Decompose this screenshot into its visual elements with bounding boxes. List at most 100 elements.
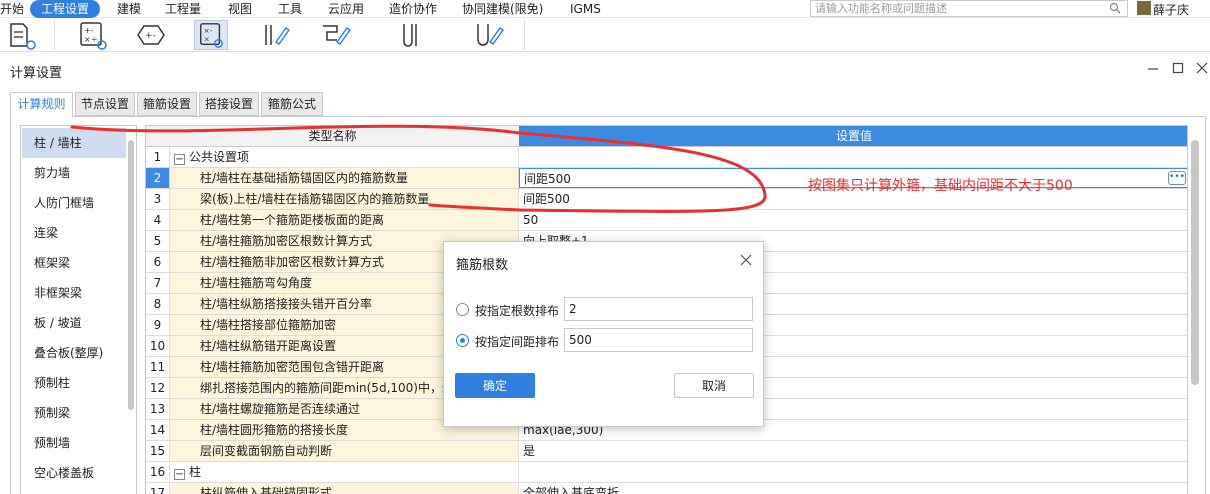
setting-name-text: 柱/墙柱搭接部位箍筋加密 <box>200 318 337 332</box>
comparison-icon[interactable]: +- <box>134 20 168 50</box>
window-title: 计算设置 <box>10 66 63 81</box>
column-header-value: 设置值 <box>519 126 1187 146</box>
setting-value-text: 50 <box>523 213 539 227</box>
row-number: 7 <box>146 273 170 293</box>
row-number: 8 <box>146 294 170 314</box>
dialog-title: 箍筋根数 <box>456 258 509 273</box>
svg-text:×: × <box>204 35 210 44</box>
setting-value[interactable]: 全部伸入基底弯折 <box>519 483 1187 494</box>
column-header-name: 类型名称 <box>308 129 357 143</box>
menu-modeling[interactable]: 建模 <box>117 1 141 17</box>
category-item[interactable]: 预制墙 <box>22 428 126 458</box>
rebar-detail-icon[interactable] <box>319 20 353 50</box>
table-row[interactable]: 16− 柱 <box>146 462 1187 483</box>
calc-rules-icon[interactable]: +- ×÷ <box>76 20 110 50</box>
toolbar-separator <box>54 20 55 50</box>
setting-name-text: 柱/墙柱纵筋搭接接头错开百分率 <box>200 297 373 311</box>
category-item[interactable]: 柱 / 墙柱 <box>22 128 126 158</box>
project-info-icon[interactable] <box>5 20 39 50</box>
menu-bar: 开始 工程设置 建模 工程量 视图 工具 云应用 造价协作 协同建模(限免) I… <box>0 0 1210 18</box>
category-item[interactable]: 连梁 <box>22 218 126 248</box>
menu-collab-modeling[interactable]: 协同建模(限免) <box>462 1 543 17</box>
menu-project-settings[interactable]: 工程设置 <box>30 0 101 18</box>
category-item[interactable]: 预制柱 <box>22 368 126 398</box>
option-by-count-label: 按指定根数排布 <box>475 304 560 318</box>
setting-name: 梁(板)上柱/墙柱在插筋锚固区内的箍筋数量 <box>170 189 519 209</box>
ellipsis-icon[interactable]: ••• <box>1168 171 1186 185</box>
stirrup-settings-icon[interactable] <box>472 20 506 50</box>
setting-name-text: 绑扎搭接范围内的箍筋间距min(5d,100)中，纵 <box>200 381 454 395</box>
setting-name: 层间变截面钢筋自动判断 <box>170 441 519 461</box>
row-number: 2 <box>146 168 170 188</box>
menu-view[interactable]: 视图 <box>228 1 252 17</box>
collapse-icon[interactable]: − <box>174 469 185 480</box>
setting-value[interactable]: 是 <box>519 441 1187 461</box>
count-input[interactable] <box>564 297 753 321</box>
category-item[interactable]: 非框架梁 <box>22 278 126 308</box>
user-name[interactable]: 薛子庆 <box>1153 1 1189 18</box>
calc-settings-icon[interactable]: ×- × <box>194 20 228 50</box>
setting-name-text: 柱/墙柱纵筋错开距离设置 <box>200 339 337 353</box>
table-row[interactable]: 17 柱纵筋伸入基础锚固形式 全部伸入基底弯折 <box>146 483 1187 494</box>
anchor-settings-icon[interactable] <box>396 20 430 50</box>
menu-igms[interactable]: IGMS <box>570 1 601 17</box>
category-item[interactable]: 板 / 坡道 <box>22 308 126 338</box>
ok-button[interactable]: 确定 <box>455 373 535 398</box>
table-row[interactable]: 4 柱/墙柱第一个箍筋距楼板面的距离 50 <box>146 210 1187 231</box>
category-item[interactable]: 预制梁 <box>22 398 126 428</box>
collapse-icon[interactable]: − <box>174 154 185 165</box>
tab-calc-rules[interactable]: 计算规则 <box>10 92 73 118</box>
setting-name-text: 柱/墙柱箍筋加密区根数计算方式 <box>200 234 373 248</box>
menu-cloud-apps[interactable]: 云应用 <box>328 1 364 17</box>
menu-quantities[interactable]: 工程量 <box>165 1 201 17</box>
radio-by-count[interactable] <box>456 303 469 316</box>
category-item[interactable]: 剪力墙 <box>22 158 126 188</box>
category-item[interactable]: 叠合板(整厚) <box>22 338 126 368</box>
setting-name-text: 柱/墙柱箍筋加密范围包含错开距离 <box>200 360 385 374</box>
row-number: 10 <box>146 336 170 356</box>
stirrup-count-dialog: 箍筋根数 按指定根数排布 按指定间距排布 确定 取消 <box>443 241 764 427</box>
toolbar-separator <box>524 20 525 50</box>
minimize-icon[interactable] <box>1145 60 1161 76</box>
row-number: 13 <box>146 399 170 419</box>
setting-name: 柱/墙柱第一个箍筋距楼板面的距离 <box>170 210 519 230</box>
tab-node-settings[interactable]: 节点设置 <box>75 92 135 116</box>
table-row[interactable]: 15 层间变截面钢筋自动判断 是 <box>146 441 1187 462</box>
search-icon[interactable] <box>1109 2 1121 14</box>
setting-name-text: 柱/墙柱螺旋箍筋是否连续通过 <box>200 402 361 416</box>
radio-by-spacing[interactable] <box>456 334 469 347</box>
grid-scrollbar[interactable] <box>1191 140 1199 385</box>
cancel-button[interactable]: 取消 <box>674 373 754 398</box>
table-row[interactable]: 1− 公共设置项 <box>146 147 1187 168</box>
menu-cost-collaboration[interactable]: 造价协作 <box>389 1 437 17</box>
category-item[interactable]: 框架梁 <box>22 248 126 278</box>
close-icon[interactable] <box>1194 60 1210 76</box>
setting-value[interactable] <box>519 462 1187 482</box>
setting-value[interactable] <box>519 147 1187 167</box>
menu-start[interactable]: 开始 <box>0 1 24 17</box>
category-item[interactable]: 人防门框墙 <box>22 188 126 218</box>
svg-text:+-: +- <box>84 26 94 35</box>
tab-lap-settings[interactable]: 搭接设置 <box>199 92 259 116</box>
row-number: 16 <box>146 462 170 482</box>
avatar[interactable] <box>1137 1 1151 15</box>
setting-value[interactable]: 50 <box>519 210 1187 230</box>
category-scrollbar[interactable] <box>128 140 134 410</box>
tab-stirrup-settings[interactable]: 箍筋设置 <box>137 92 197 116</box>
spacing-input[interactable] <box>564 328 753 352</box>
row-number: 1 <box>146 147 170 167</box>
category-item[interactable]: 空心楼盖板 <box>22 458 126 488</box>
setting-value-text: 间距500 <box>524 172 571 186</box>
setting-name-text: 柱 <box>189 465 202 479</box>
dialog-close-icon[interactable] <box>739 253 753 267</box>
setting-name-text: 层间变截面钢筋自动判断 <box>200 444 333 458</box>
tab-stirrup-formula[interactable]: 箍筋公式 <box>261 92 323 116</box>
row-number: 4 <box>146 210 170 230</box>
setting-name-text: 公共设置项 <box>189 150 250 164</box>
setting-name-text: 柱/墙柱第一个箍筋距楼板面的距离 <box>200 213 385 227</box>
rebar-settings-icon[interactable] <box>260 20 294 50</box>
maximize-icon[interactable] <box>1170 60 1186 76</box>
menu-tools[interactable]: 工具 <box>278 1 302 17</box>
search-input[interactable] <box>811 1 1101 16</box>
row-number: 17 <box>146 483 170 494</box>
